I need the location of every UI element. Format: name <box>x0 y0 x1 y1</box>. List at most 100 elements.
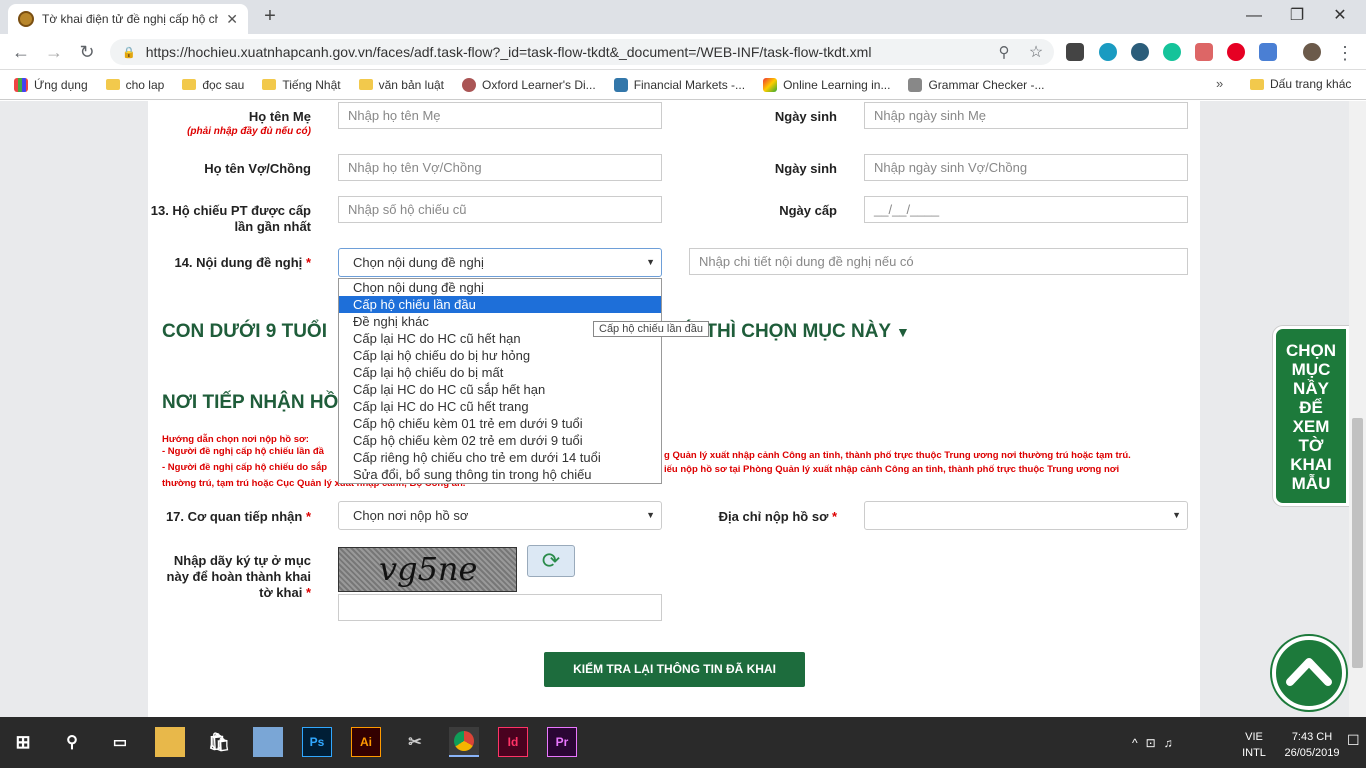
bookmark-item[interactable]: Oxford Learner's Di... <box>462 77 596 92</box>
chevron-more-icon[interactable]: » <box>1216 76 1223 91</box>
request-detail-field[interactable]: Nhập chi tiết nội dung đề nghị nếu có <box>689 248 1188 275</box>
link-icon <box>613 77 628 92</box>
pinterest-icon[interactable] <box>1227 43 1245 61</box>
oxford-icon <box>462 77 477 92</box>
refresh-icon: ⟳ <box>541 548 561 573</box>
system-tray-icons[interactable]: ^⊡♫ <box>1132 736 1181 750</box>
notifications-icon[interactable]: ☐ <box>1347 732 1360 749</box>
dropdown-option[interactable]: Cấp lại hộ chiếu do bị mất <box>339 364 661 381</box>
menu-icon[interactable]: ⋮ <box>1333 41 1357 65</box>
folder-icon <box>262 79 277 90</box>
reload-icon[interactable]: ↻ <box>75 40 99 64</box>
guide-line: - Người đề nghị cấp hộ chiếu do sắp <box>162 462 328 473</box>
task-view-icon[interactable]: ▭ <box>105 727 135 757</box>
tooltip: Cấp hộ chiếu lần đầu <box>593 321 709 337</box>
check-info-button[interactable]: KIỂM TRA LẠI THÔNG TIN ĐÃ KHAI <box>544 652 805 687</box>
dropdown-option[interactable]: Cấp lại HC do HC cũ sắp hết hạn <box>339 381 661 398</box>
dropdown-option[interactable]: Chọn nội dung đề nghị <box>339 279 661 296</box>
photoshop-icon[interactable]: Ps <box>302 727 332 757</box>
extension-m-icon[interactable] <box>1099 43 1117 61</box>
bookmark-item[interactable]: Online Learning in... <box>763 77 890 92</box>
request-dropdown-list[interactable]: Chọn nội dung đề nghị Cấp hộ chiếu lần đ… <box>338 278 662 484</box>
mother-hint: (phải nhập đầy đủ nếu có) <box>187 126 311 137</box>
new-tab-button[interactable]: + <box>258 5 282 28</box>
refresh-captcha-button[interactable]: ⟳ <box>527 545 575 577</box>
lock-icon: 🔒 <box>122 46 136 59</box>
dropdown-option[interactable]: Cấp lại HC do HC cũ hết trang <box>339 398 661 415</box>
dropdown-arrow-icon: ▼ <box>646 510 655 520</box>
spouse-name-label: Họ tên Vợ/Chồng <box>204 161 311 176</box>
scroll-to-top-button[interactable] <box>1272 636 1346 710</box>
dropdown-option-highlighted[interactable]: Cấp hộ chiếu lần đầu <box>339 296 661 313</box>
folder-icon <box>182 79 197 90</box>
issue-date-field[interactable]: __/__/____ <box>864 196 1188 223</box>
back-icon[interactable]: ← <box>9 40 33 64</box>
tab-title: Tờ khai điện tử đề nghị cấp hộ chi <box>42 12 219 26</box>
issue-date-label: Ngày cấp <box>779 203 837 218</box>
dropdown-option[interactable]: Cấp lại hộ chiếu do bị hư hỏng <box>339 347 661 364</box>
dropdown-option[interactable]: Sửa đổi, bổ sung thông tin trong hộ chiế… <box>339 466 661 483</box>
file-explorer-icon[interactable] <box>155 727 185 757</box>
search-icon[interactable]: ⚲ <box>57 727 87 757</box>
grammarly-icon[interactable] <box>1163 43 1181 61</box>
bookmark-item[interactable]: Grammar Checker -... <box>908 77 1044 92</box>
request-select[interactable]: Chọn nội dung đề nghị ▼ <box>338 248 662 277</box>
captcha-label: Nhập dãy ký tự ở mục này để hoàn thành k… <box>166 553 311 600</box>
dropdown-option[interactable]: Cấp riêng hộ chiếu cho trẻ em dưới 14 tu… <box>339 449 661 466</box>
spouse-name-field[interactable]: Nhập họ tên Vợ/Chồng <box>338 154 662 181</box>
address-select[interactable]: ▼ <box>864 501 1188 530</box>
dropdown-arrow-icon: ▼ <box>646 257 655 267</box>
request-label: 14. Nội dung đề nghị * <box>174 255 311 270</box>
browser-tab[interactable]: Tờ khai điện tử đề nghị cấp hộ chi ✕ <box>8 4 248 34</box>
avatar[interactable] <box>1303 43 1321 61</box>
premiere-icon[interactable]: Pr <box>547 727 577 757</box>
spouse-dob-field[interactable]: Nhập ngày sinh Vợ/Chồng <box>864 154 1188 181</box>
address-label: Địa chỉ nộp hồ sơ * <box>718 509 837 524</box>
minimize-icon[interactable]: — <box>1234 4 1274 28</box>
illustrator-icon[interactable]: Ai <box>351 727 381 757</box>
mother-name-label: Họ tên Mẹ <box>248 109 311 124</box>
extension-globe-icon[interactable] <box>1131 43 1149 61</box>
agency-label: 17. Cơ quan tiếp nhận * <box>165 509 311 524</box>
mother-name-field[interactable]: Nhập họ tên Mẹ <box>338 102 662 129</box>
bookmark-apps[interactable]: Ứng dụng <box>14 77 88 92</box>
clock[interactable]: 7:43 CH 26/05/2019 <box>1282 729 1342 761</box>
extension-icon[interactable] <box>1066 43 1084 61</box>
agency-select[interactable]: Chọn nơi nộp hồ sơ ▼ <box>338 501 662 530</box>
receive-heading: NƠI TIẾP NHẬN HỒ <box>162 392 339 413</box>
windows-start-icon[interactable]: ⊞ <box>8 727 38 757</box>
apps-icon <box>14 77 28 92</box>
bookmark-item[interactable]: Financial Markets -... <box>613 77 745 92</box>
bookmark-item[interactable]: văn bản luật <box>358 78 444 92</box>
maximize-icon[interactable]: ❐ <box>1277 4 1317 28</box>
bookmark-item[interactable]: đọc sau <box>182 78 244 92</box>
dropdown-arrow-icon: ▼ <box>1172 510 1181 520</box>
mother-dob-field[interactable]: Nhập ngày sinh Mẹ <box>864 102 1188 129</box>
site-favicon-icon <box>18 11 34 27</box>
language-indicator[interactable]: VIE INTL <box>1240 729 1268 761</box>
folder-icon <box>358 79 373 90</box>
address-bar[interactable]: 🔒 https://hochieu.xuatnhapcanh.gov.vn/fa… <box>110 39 1054 65</box>
other-bookmarks[interactable]: Dấu trang khác <box>1250 77 1351 91</box>
scrollbar-thumb[interactable] <box>1352 418 1363 668</box>
extension-red-icon[interactable] <box>1195 43 1213 61</box>
passport-number-field[interactable]: Nhập số hộ chiếu cũ <box>338 196 662 223</box>
close-tab-icon[interactable]: ✕ <box>226 11 238 28</box>
dropdown-option[interactable]: Cấp hộ chiếu kèm 01 trẻ em dưới 9 tuổi <box>339 415 661 432</box>
chrome-icon[interactable] <box>449 727 479 757</box>
dropdown-option[interactable]: Cấp hộ chiếu kèm 02 trẻ em dưới 9 tuổi <box>339 432 661 449</box>
indesign-icon[interactable]: Id <box>498 727 528 757</box>
zoom-icon[interactable]: ⚲ <box>992 41 1016 65</box>
captcha-input[interactable] <box>338 594 662 621</box>
app-icon[interactable] <box>253 727 283 757</box>
sample-form-side-button[interactable]: CHỌN MỤC NẦY ĐỂ XEM TỜ KHAI MẪU <box>1273 326 1349 506</box>
paint-icon[interactable]: ✂ <box>400 727 430 757</box>
bookmark-item[interactable]: Tiếng Nhật <box>262 78 341 92</box>
forward-icon[interactable]: → <box>42 40 66 64</box>
store-icon[interactable]: 🛍 <box>204 727 234 757</box>
children-heading-right[interactable]: ÓI THÌ CHỌN MỤC NÀY ▼ <box>680 321 910 343</box>
close-window-icon[interactable]: ✕ <box>1320 4 1360 28</box>
bookmark-star-icon[interactable]: ☆ <box>1024 41 1048 65</box>
bookmark-item[interactable]: cho lap <box>105 78 164 92</box>
translate-icon[interactable] <box>1259 43 1277 61</box>
